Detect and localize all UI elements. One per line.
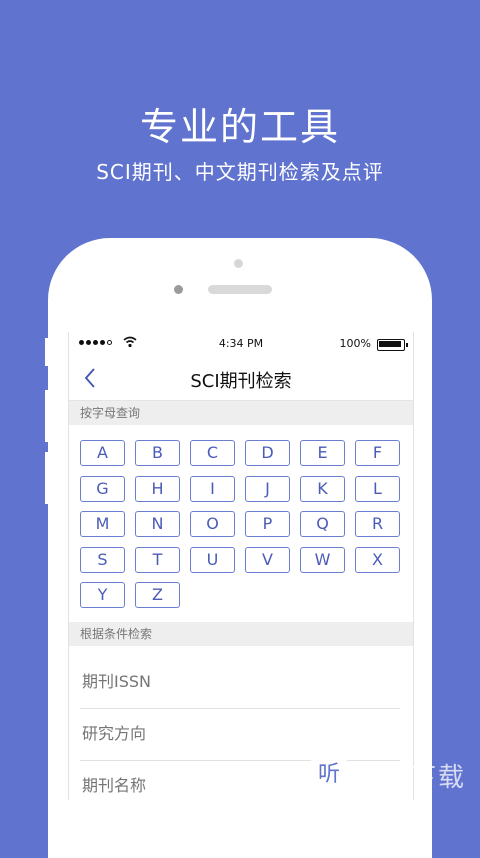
research-direction-field[interactable] — [80, 708, 404, 761]
letter-button-x[interactable]: X — [355, 546, 400, 573]
battery-icon — [377, 339, 408, 351]
research-direction-input[interactable] — [80, 723, 404, 744]
letter-button-g[interactable]: G — [80, 475, 125, 502]
letter-button-l[interactable]: L — [355, 475, 400, 502]
condition-section-header: 根据条件检索 — [69, 622, 413, 646]
letter-button-y[interactable]: Y — [80, 582, 125, 608]
letter-button-f[interactable]: F — [355, 440, 400, 466]
letter-button-a[interactable]: A — [80, 440, 125, 466]
phone-camera — [174, 285, 183, 294]
phone-screen: 4:34 PM 100% SCI期刊检索 按字母查询 ABCDEF GHIJKL M… — [68, 332, 414, 800]
watermark: 听 一听下载 — [309, 756, 466, 794]
phone-sensor — [234, 259, 243, 268]
letter-button-o[interactable]: O — [190, 511, 235, 537]
nav-bar: SCI期刊检索 — [69, 356, 413, 401]
letter-button-n[interactable]: N — [135, 511, 180, 537]
issn-input[interactable] — [80, 671, 404, 692]
letter-button-q[interactable]: Q — [300, 511, 345, 537]
letter-button-z[interactable]: Z — [135, 582, 180, 608]
watermark-text: 一听下载 — [353, 762, 466, 793]
battery-percent: 100% — [339, 337, 371, 350]
letter-button-d[interactable]: D — [245, 440, 290, 466]
letter-button-c[interactable]: C — [190, 440, 235, 466]
letter-button-m[interactable]: M — [80, 511, 125, 537]
letter-button-s[interactable]: S — [80, 546, 125, 573]
letter-button-j[interactable]: J — [245, 475, 290, 502]
letter-button-b[interactable]: B — [135, 440, 180, 466]
page-title: SCI期刊检索 — [190, 371, 292, 392]
letter-button-e[interactable]: E — [300, 440, 345, 466]
hero-subtitle: SCI期刊、中文期刊检索及点评 — [96, 160, 384, 184]
letter-button-v[interactable]: V — [245, 546, 290, 573]
watermark-logo-icon: 听 — [309, 756, 348, 794]
letter-button-u[interactable]: U — [190, 546, 235, 573]
letter-button-k[interactable]: K — [300, 475, 345, 502]
status-bar: 4:34 PM 100% — [69, 332, 413, 356]
letter-button-i[interactable]: I — [190, 475, 235, 502]
letter-button-h[interactable]: H — [135, 475, 180, 502]
issn-field[interactable] — [80, 656, 404, 709]
hero-title: 专业的工具 — [139, 105, 340, 149]
letter-button-r[interactable]: R — [355, 511, 400, 537]
letter-button-p[interactable]: P — [245, 511, 290, 537]
letter-button-t[interactable]: T — [135, 546, 180, 573]
letter-button-w[interactable]: W — [300, 546, 345, 573]
phone-speaker — [208, 285, 272, 294]
letter-section-header: 按字母查询 — [69, 401, 413, 425]
